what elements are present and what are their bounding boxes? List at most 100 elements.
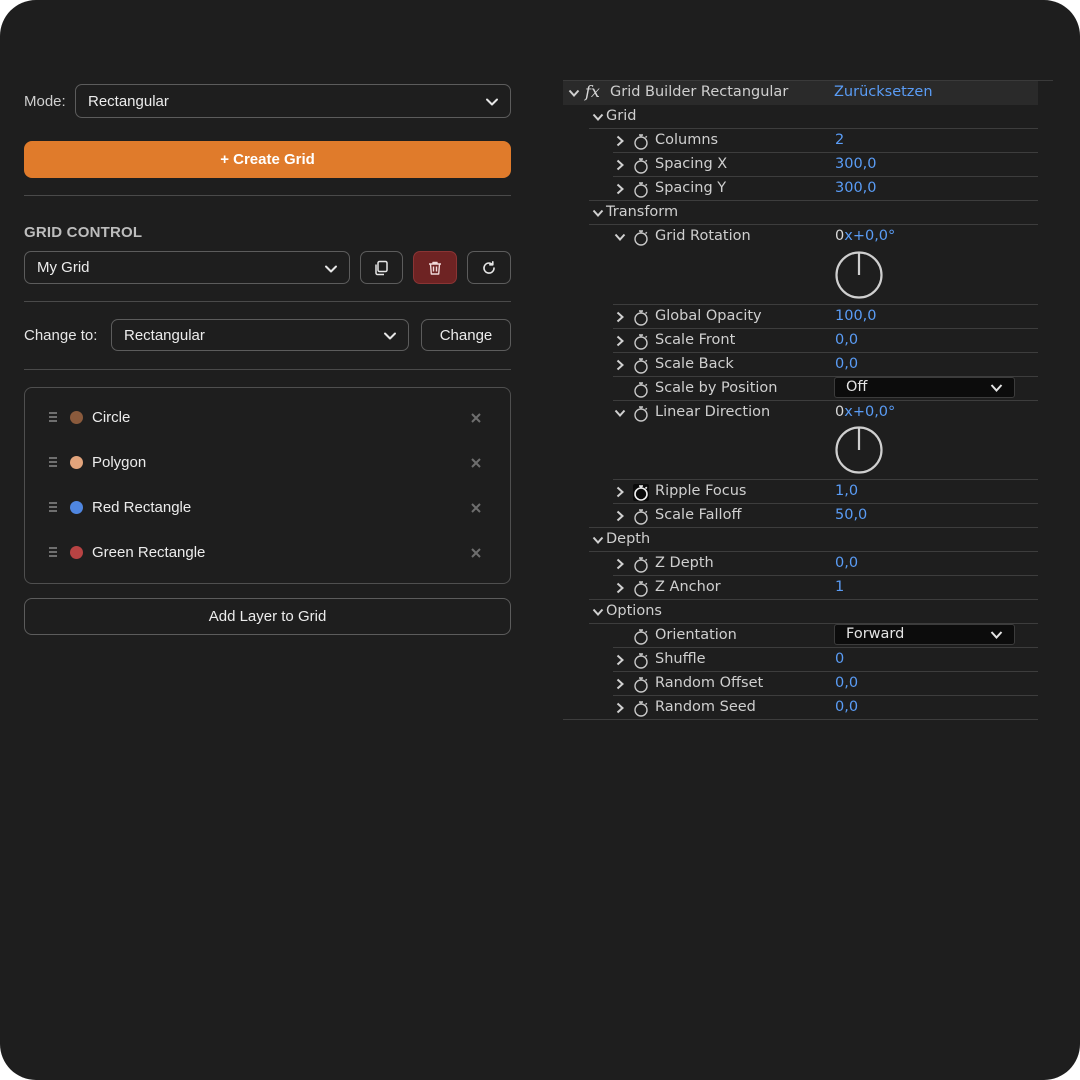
orientation-dropdown[interactable]: Forward bbox=[834, 624, 1015, 645]
prop-linear-direction[interactable]: Linear Direction 0x+0,0° bbox=[563, 401, 1038, 480]
chevron-right-icon[interactable] bbox=[614, 558, 626, 570]
change-button[interactable]: Change bbox=[421, 319, 511, 351]
chevron-right-icon[interactable] bbox=[614, 486, 626, 498]
stopwatch-icon[interactable] bbox=[633, 229, 649, 246]
remove-layer-icon[interactable] bbox=[470, 547, 482, 559]
prop-value[interactable]: 0 bbox=[835, 651, 844, 667]
chevron-down-icon[interactable] bbox=[614, 231, 626, 243]
prop-value[interactable]: 0,0 bbox=[835, 699, 858, 715]
chevron-down-icon[interactable] bbox=[592, 111, 604, 123]
stopwatch-icon[interactable] bbox=[633, 181, 649, 198]
drag-handle-icon[interactable] bbox=[48, 410, 58, 424]
group-options[interactable]: Options bbox=[563, 600, 1038, 624]
stopwatch-icon[interactable] bbox=[633, 556, 649, 573]
prop-columns[interactable]: Columns 2 bbox=[563, 129, 1038, 153]
prop-value[interactable]: 2 bbox=[835, 132, 844, 148]
prop-random-offset[interactable]: Random Offset 0,0 bbox=[563, 672, 1038, 696]
chevron-right-icon[interactable] bbox=[614, 159, 626, 171]
prop-value[interactable]: 100,0 bbox=[835, 308, 877, 324]
prop-scale-by-position[interactable]: Scale by Position Off bbox=[563, 377, 1038, 401]
create-grid-button[interactable]: + Create Grid bbox=[24, 141, 511, 178]
prop-grid-rotation[interactable]: Grid Rotation 0x+0,0° bbox=[563, 225, 1038, 305]
stopwatch-icon[interactable] bbox=[633, 405, 649, 422]
layer-item-circle[interactable]: Circle bbox=[25, 408, 510, 428]
add-layer-button[interactable]: Add Layer to Grid bbox=[24, 598, 511, 635]
chevron-right-icon[interactable] bbox=[614, 335, 626, 347]
mode-select[interactable]: Rectangular bbox=[75, 84, 511, 118]
chevron-right-icon[interactable] bbox=[614, 359, 626, 371]
chevron-right-icon[interactable] bbox=[614, 510, 626, 522]
layer-item-polygon[interactable]: Polygon bbox=[25, 453, 510, 473]
stopwatch-icon[interactable] bbox=[633, 628, 649, 645]
chevron-right-icon[interactable] bbox=[614, 654, 626, 666]
chevron-down-icon[interactable] bbox=[592, 606, 604, 618]
chevron-down-icon[interactable] bbox=[592, 534, 604, 546]
prop-global-opacity[interactable]: Global Opacity 100,0 bbox=[563, 305, 1038, 329]
change-mode-select[interactable]: Rectangular bbox=[111, 319, 409, 351]
fx-icon[interactable]: fx bbox=[585, 82, 605, 102]
chevron-down-icon[interactable] bbox=[592, 207, 604, 219]
prop-shuffle[interactable]: Shuffle 0 bbox=[563, 648, 1038, 672]
chevron-down-icon[interactable] bbox=[614, 407, 626, 419]
prop-value[interactable]: 300,0 bbox=[835, 156, 877, 172]
stopwatch-icon[interactable] bbox=[633, 652, 649, 669]
chevron-right-icon[interactable] bbox=[614, 311, 626, 323]
group-transform[interactable]: Transform bbox=[563, 201, 1038, 225]
stopwatch-icon[interactable] bbox=[633, 309, 649, 326]
prop-value[interactable]: 0x+0,0° bbox=[835, 228, 895, 244]
stopwatch-icon[interactable] bbox=[633, 157, 649, 174]
stopwatch-icon[interactable] bbox=[633, 333, 649, 350]
prop-value[interactable]: 0,0 bbox=[835, 356, 858, 372]
stopwatch-icon[interactable] bbox=[633, 484, 649, 501]
stopwatch-icon[interactable] bbox=[633, 381, 649, 398]
group-depth[interactable]: Depth bbox=[563, 528, 1038, 552]
prop-scale-front[interactable]: Scale Front 0,0 bbox=[563, 329, 1038, 353]
duplicate-grid-button[interactable] bbox=[359, 251, 404, 284]
remove-layer-icon[interactable] bbox=[470, 502, 482, 514]
layer-item-red-rectangle[interactable]: Red Rectangle bbox=[25, 498, 510, 518]
chevron-right-icon[interactable] bbox=[614, 678, 626, 690]
prop-random-seed[interactable]: Random Seed 0,0 bbox=[563, 696, 1038, 720]
prop-ripple-focus[interactable]: Ripple Focus 1,0 bbox=[563, 480, 1038, 504]
reset-link[interactable]: Zurücksetzen bbox=[834, 84, 933, 100]
prop-scale-falloff[interactable]: Scale Falloff 50,0 bbox=[563, 504, 1038, 528]
prop-value[interactable]: 1,0 bbox=[835, 483, 858, 499]
prop-value[interactable]: 50,0 bbox=[835, 507, 867, 523]
delete-grid-button[interactable] bbox=[413, 251, 458, 284]
angle-dial[interactable] bbox=[834, 425, 884, 475]
prop-scale-back[interactable]: Scale Back 0,0 bbox=[563, 353, 1038, 377]
prop-z-anchor[interactable]: Z Anchor 1 bbox=[563, 576, 1038, 600]
layer-item-green-rectangle[interactable]: Green Rectangle bbox=[25, 543, 510, 563]
drag-handle-icon[interactable] bbox=[48, 545, 58, 559]
prop-value[interactable]: 300,0 bbox=[835, 180, 877, 196]
chevron-down-icon[interactable] bbox=[568, 87, 580, 99]
prop-spacing-x[interactable]: Spacing X 300,0 bbox=[563, 153, 1038, 177]
scale-by-position-dropdown[interactable]: Off bbox=[834, 377, 1015, 398]
prop-value[interactable]: 0,0 bbox=[835, 555, 858, 571]
drag-handle-icon[interactable] bbox=[48, 455, 58, 469]
prop-z-depth[interactable]: Z Depth 0,0 bbox=[563, 552, 1038, 576]
chevron-right-icon[interactable] bbox=[614, 582, 626, 594]
group-grid[interactable]: Grid bbox=[563, 105, 1038, 129]
effect-header-row[interactable]: fx Grid Builder Rectangular Zurücksetzen bbox=[563, 81, 1038, 105]
stopwatch-icon[interactable] bbox=[633, 133, 649, 150]
stopwatch-icon[interactable] bbox=[633, 508, 649, 525]
remove-layer-icon[interactable] bbox=[470, 457, 482, 469]
stopwatch-icon[interactable] bbox=[633, 357, 649, 374]
stopwatch-icon[interactable] bbox=[633, 580, 649, 597]
drag-handle-icon[interactable] bbox=[48, 500, 58, 514]
prop-value[interactable]: 1 bbox=[835, 579, 844, 595]
grid-select[interactable]: My Grid bbox=[24, 251, 350, 284]
remove-layer-icon[interactable] bbox=[470, 412, 482, 424]
chevron-right-icon[interactable] bbox=[614, 135, 626, 147]
angle-dial[interactable] bbox=[834, 250, 884, 300]
chevron-right-icon[interactable] bbox=[614, 183, 626, 195]
stopwatch-icon[interactable] bbox=[633, 700, 649, 717]
prop-orientation[interactable]: Orientation Forward bbox=[563, 624, 1038, 648]
prop-spacing-y[interactable]: Spacing Y 300,0 bbox=[563, 177, 1038, 201]
refresh-grid-button[interactable] bbox=[467, 251, 512, 284]
stopwatch-icon[interactable] bbox=[633, 676, 649, 693]
prop-value[interactable]: 0x+0,0° bbox=[835, 404, 895, 420]
prop-value[interactable]: 0,0 bbox=[835, 675, 858, 691]
prop-value[interactable]: 0,0 bbox=[835, 332, 858, 348]
